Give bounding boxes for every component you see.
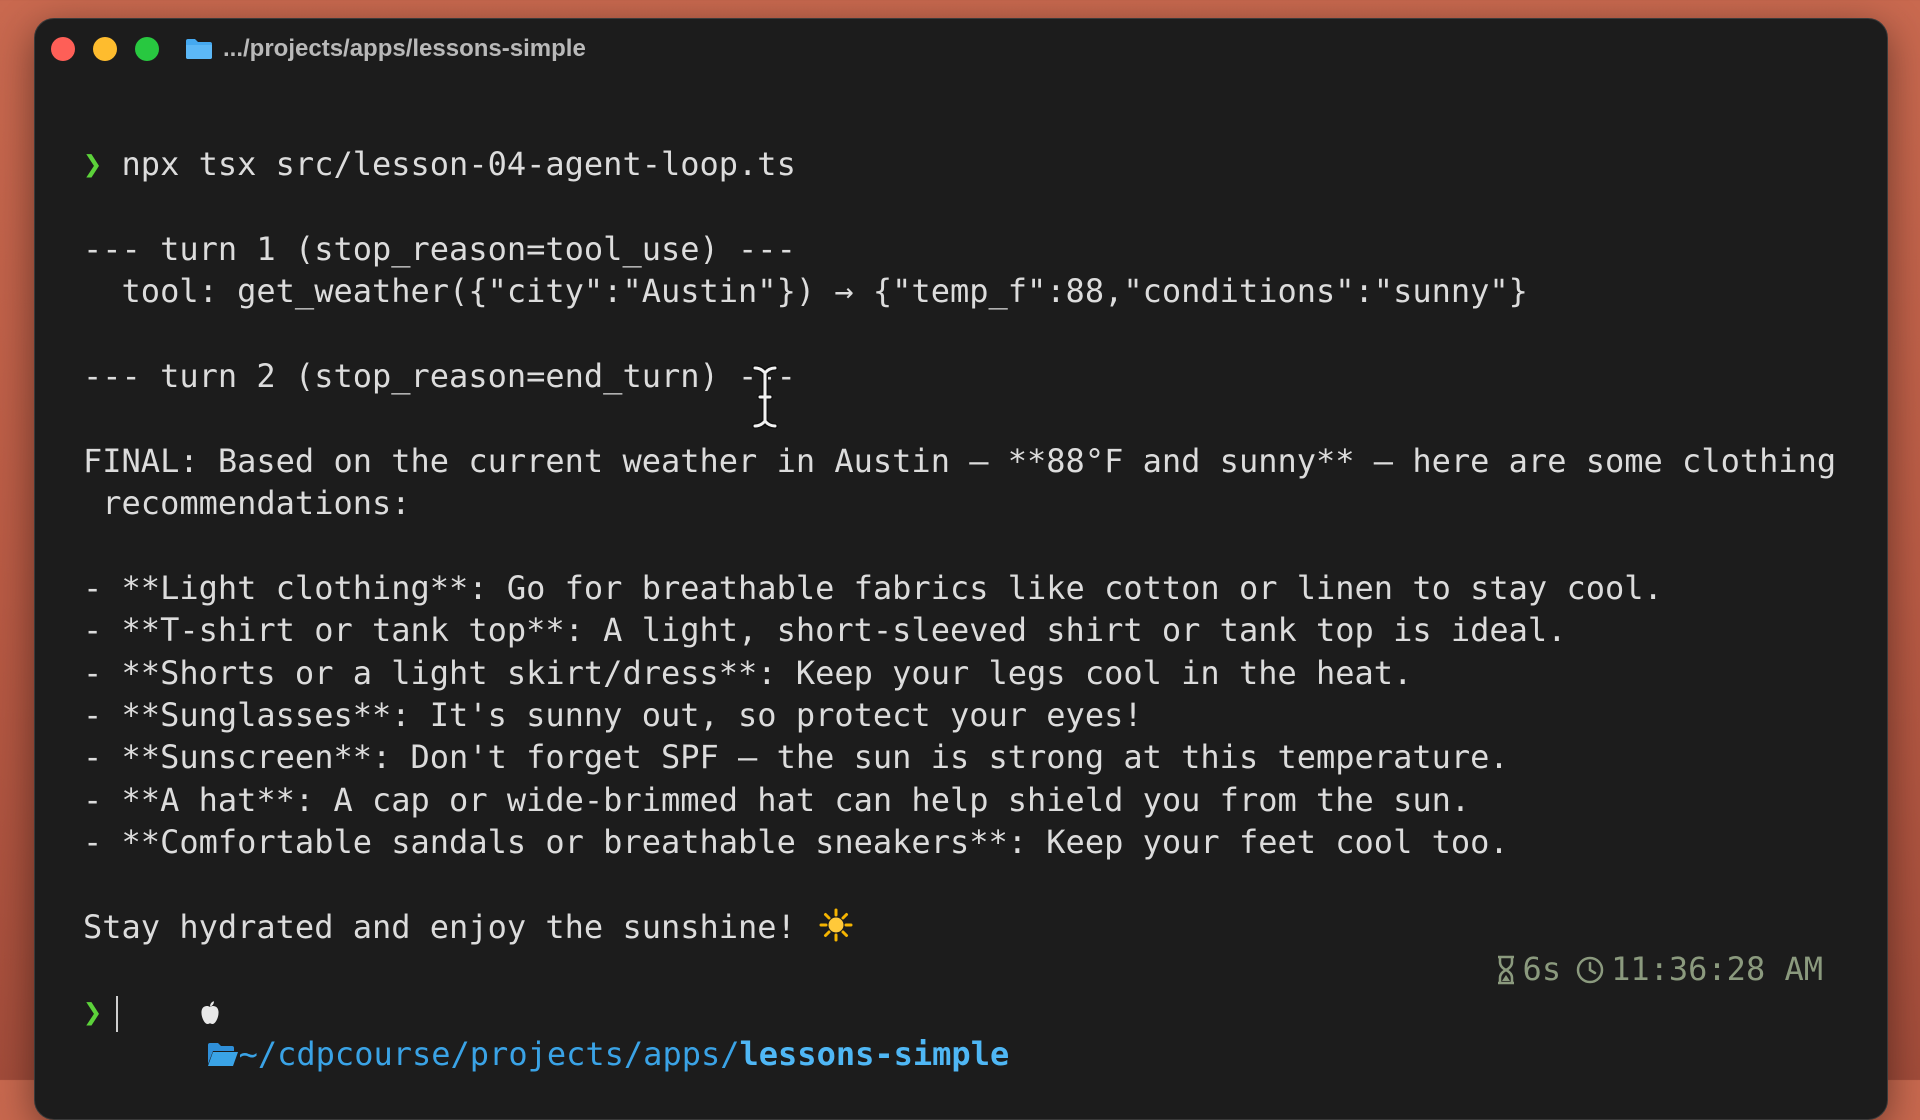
output-line: --- turn 1 (stop_reason=tool_use) --- [83,229,796,268]
final-text: Stay hydrated and enjoy the sunshine! [83,908,796,947]
open-folder-icon [207,1043,238,1067]
path-current-dir: lessons-simple [739,1035,1010,1074]
input-line[interactable]: ❯ [83,991,1847,1033]
final-line: Stay hydrated and enjoy the sunshine! [83,906,1847,948]
current-time: 11:36:28 AM [1611,950,1823,989]
mouse-ibeam-cursor-icon [752,365,778,429]
output-line: - **A hat**: A cap or wide-brimmed hat c… [83,780,1471,819]
apple-icon [199,993,221,1031]
path-prefix: ~/cdpcourse/projects/apps/ [238,1035,740,1074]
minimize-button[interactable] [93,37,117,61]
output-line: - **Sunscreen**: Don't forget SPF — the … [83,738,1509,777]
close-button[interactable] [51,37,75,61]
command-line: ❯ npx tsx src/lesson-04-agent-loop.ts [83,143,1847,185]
output-line: - **Light clothing**: Go for breathable … [83,568,1663,607]
terminal-window: .../projects/apps/lessons-simple ❯ npx t… [34,18,1888,1120]
output-line: --- turn 2 (stop_reason=end_turn) --- [83,356,796,395]
status-right: 6s 11:36:28 AM [1495,948,1823,990]
output-line: FINAL: Based on the current weather in A… [83,441,1837,480]
zoom-button[interactable] [135,37,159,61]
folder-icon [186,39,212,59]
sun-icon [819,908,853,942]
command-duration: 6s [1522,950,1562,989]
prompt-status-line: ~/cdpcourse/projects/apps/lessons-simple… [83,948,1847,1073]
output-line: - **Comfortable sandals or breathable sn… [83,823,1509,862]
terminal-output[interactable]: ❯ npx tsx src/lesson-04-agent-loop.ts --… [83,143,1847,1073]
output-line: - **Shorts or a light skirt/dress**: Kee… [83,653,1413,692]
command-text: npx tsx src/lesson-04-agent-loop.ts [121,145,796,183]
output-line: - **T-shirt or tank top**: A light, shor… [83,611,1567,650]
title-bar: .../projects/apps/lessons-simple [35,19,1887,79]
output-line: recommendations: [83,484,411,523]
output-line: tool: get_weather({"city":"Austin"}) → {… [83,272,1528,311]
hourglass-icon [1497,955,1514,984]
output-line: - **Sunglasses**: It's sunny out, so pro… [83,696,1143,735]
prompt-symbol: ❯ [83,145,103,183]
window-title: .../projects/apps/lessons-simple [185,33,586,65]
window-title-text: .../projects/apps/lessons-simple [223,35,586,62]
clock-icon [1576,956,1604,983]
